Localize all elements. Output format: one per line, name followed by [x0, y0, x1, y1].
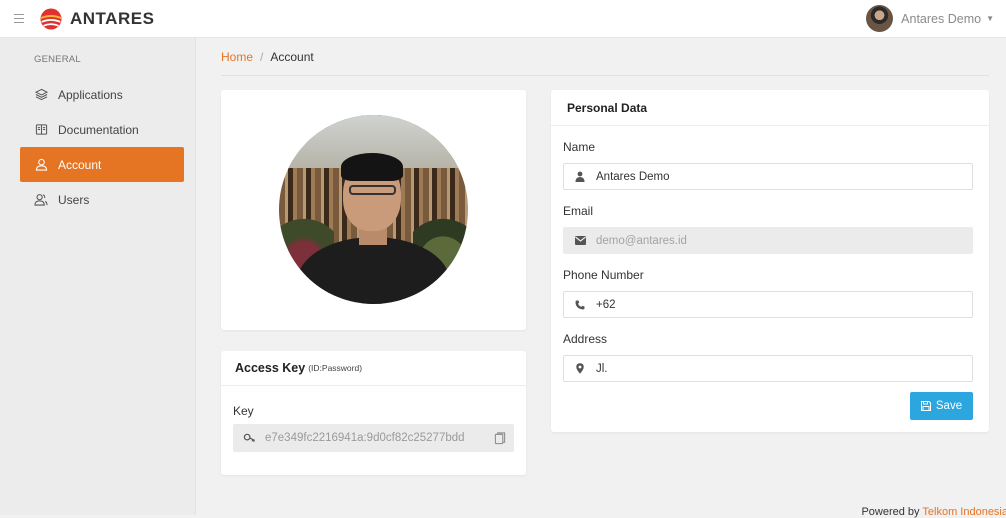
- sidebar-section-label: GENERAL: [34, 54, 81, 65]
- main-content: Home / Account Access Key (ID:Password) …: [196, 38, 1006, 518]
- sidebar-nav: Applications Documentation Account Users: [0, 77, 195, 217]
- personal-data-header: Personal Data: [551, 90, 989, 126]
- address-input[interactable]: [596, 356, 972, 381]
- book-icon: [34, 123, 48, 137]
- footer-brand-link[interactable]: Telkom Indonesia: [922, 506, 1006, 518]
- phone-field-group: [563, 291, 973, 318]
- address-label: Address: [563, 332, 608, 346]
- access-key-value: e7e349fc2216941a:9d0cf82c25277bdd: [265, 432, 465, 444]
- footer-prefix: Powered by: [861, 506, 920, 518]
- user-menu[interactable]: Antares Demo ▼: [866, 5, 994, 32]
- logo[interactable]: ANTARES: [40, 8, 154, 30]
- sidebar-item-documentation[interactable]: Documentation: [20, 112, 184, 147]
- profile-photo-card: [221, 90, 526, 330]
- access-key-subtitle: (ID:Password): [308, 363, 363, 373]
- sidebar-item-users[interactable]: Users: [20, 182, 184, 217]
- email-field-group: [563, 227, 973, 254]
- breadcrumb-home-link[interactable]: Home: [221, 50, 253, 64]
- access-key-title: Access Key: [235, 361, 306, 375]
- personal-data-card: Personal Data Name Email Phone Number: [551, 90, 989, 432]
- map-marker-icon: [564, 356, 596, 381]
- top-bar: ANTARES Antares Demo ▼: [0, 0, 1006, 38]
- access-key-header: Access Key (ID:Password): [221, 351, 526, 386]
- save-button-label: Save: [935, 400, 963, 412]
- antares-logo-icon: [40, 8, 62, 29]
- phone-input[interactable]: [596, 292, 972, 317]
- address-field-group: [563, 355, 973, 382]
- profile-photo[interactable]: [279, 115, 468, 304]
- name-input[interactable]: [596, 164, 972, 189]
- breadcrumb-separator: /: [260, 49, 264, 64]
- users-icon: [34, 193, 48, 207]
- phone-icon: [564, 292, 596, 317]
- user-icon: [34, 158, 48, 172]
- sidebar-item-label: Users: [58, 192, 90, 207]
- copy-icon[interactable]: [486, 431, 514, 445]
- user-icon: [564, 164, 596, 189]
- access-key-field: e7e349fc2216941a:9d0cf82c25277bdd: [233, 424, 514, 452]
- phone-label: Phone Number: [563, 268, 644, 282]
- caret-down-icon: ▼: [986, 14, 994, 23]
- sidebar-item-label: Applications: [58, 87, 123, 102]
- sidebar: GENERAL Applications Documentation Accou…: [0, 38, 196, 515]
- hamburger-menu-icon[interactable]: [14, 11, 24, 26]
- breadcrumb-current: Account: [270, 49, 314, 64]
- user-name: Antares Demo: [901, 11, 982, 26]
- email-input: [596, 228, 972, 253]
- envelope-icon: [564, 228, 596, 253]
- breadcrumb: Home / Account: [221, 38, 989, 76]
- sidebar-item-account[interactable]: Account: [20, 147, 184, 182]
- sidebar-item-label: Documentation: [58, 122, 139, 137]
- save-button[interactable]: Save: [910, 392, 973, 420]
- avatar: [866, 5, 894, 32]
- brand-name: ANTARES: [70, 8, 155, 28]
- sidebar-item-applications[interactable]: Applications: [20, 77, 184, 112]
- name-label: Name: [563, 140, 596, 154]
- personal-data-form: Name Email Phone Number: [551, 140, 989, 382]
- name-field-group: [563, 163, 973, 190]
- access-key-card: Access Key (ID:Password) Key e7e349fc221…: [221, 351, 526, 475]
- email-label: Email: [563, 204, 594, 218]
- layers-icon: [34, 88, 48, 102]
- key-label: Key: [233, 404, 254, 418]
- sidebar-item-label: Account: [58, 157, 102, 172]
- floppy-disk-icon: [920, 401, 931, 411]
- footer: Powered by Telkom Indonesia: [861, 506, 1006, 518]
- key-icon: [233, 432, 265, 445]
